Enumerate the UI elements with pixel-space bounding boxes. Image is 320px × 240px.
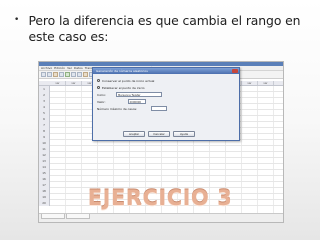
max-cases-input[interactable] [151, 106, 168, 111]
toolbar-button-icon[interactable] [59, 72, 64, 77]
dialog-buttons: Aceptar Cancelar Ayuda [123, 131, 195, 137]
max-cases-row: Número máximo de casos: [97, 105, 235, 112]
option-set-start[interactable]: Establecer el punto de inicio [97, 84, 235, 91]
menu-item[interactable]: Archivo [41, 66, 52, 70]
menu-item[interactable]: Ver [67, 66, 72, 70]
toolbar-button-icon[interactable] [77, 72, 82, 77]
field-label: Inicio: [97, 92, 106, 97]
toolbar-button-icon[interactable] [83, 72, 88, 77]
data-view-tab[interactable] [41, 214, 65, 219]
toolbar-button-icon[interactable] [65, 72, 70, 77]
cancel-button[interactable]: Cancelar [148, 131, 170, 137]
radio-icon[interactable] [97, 86, 100, 89]
toolbar-button-icon[interactable] [53, 72, 58, 77]
option-keep-start[interactable]: Conservar el punto de inicio actual [97, 77, 235, 84]
column-header[interactable]: var [50, 81, 66, 85]
dialog-title-text: Generación de números aleatorios [96, 69, 148, 73]
option-label: Establecer el punto de inicio [102, 85, 145, 90]
bullet-text: Pero la diferencia es que cambia el rang… [28, 13, 301, 44]
ok-button[interactable]: Aceptar [123, 131, 145, 137]
bullet-item: • Pero la diferencia es que cambia el ra… [14, 13, 314, 45]
toolbar-button-icon[interactable] [71, 72, 76, 77]
help-button[interactable]: Ayuda [173, 131, 195, 137]
toolbar-button-icon[interactable] [47, 72, 52, 77]
field-label: Número máximo de casos: [97, 106, 138, 111]
start-row: Inicio: Mersenne Twister [97, 91, 235, 98]
value-row: Valor: 2000000 [97, 98, 235, 105]
menu-item[interactable]: Datos [74, 66, 83, 70]
random-number-dialog: Generación de números aleatorios Conserv… [92, 67, 240, 141]
menu-item[interactable]: Edición [54, 66, 65, 70]
status-bar [39, 213, 283, 222]
slide: • Pero la diferencia es que cambia el ra… [0, 0, 320, 240]
column-header[interactable]: var [258, 81, 274, 85]
bullet-icon: • [14, 15, 20, 25]
variable-view-tab[interactable] [66, 214, 90, 219]
start-select[interactable]: Mersenne Twister [115, 92, 162, 97]
field-label: Valor: [97, 99, 106, 104]
column-header[interactable]: var [242, 81, 258, 85]
column-header[interactable]: var [66, 81, 82, 85]
dialog-body: Conservar el punto de inicio actual Esta… [93, 74, 239, 115]
close-icon[interactable] [232, 69, 238, 73]
option-label: Conservar el punto de inicio actual [102, 78, 155, 83]
radio-icon[interactable] [97, 79, 100, 82]
value-input[interactable]: 2000000 [127, 99, 146, 104]
toolbar-button-icon[interactable] [41, 72, 46, 77]
slide-title: EJERCICIO 3 [87, 186, 233, 210]
